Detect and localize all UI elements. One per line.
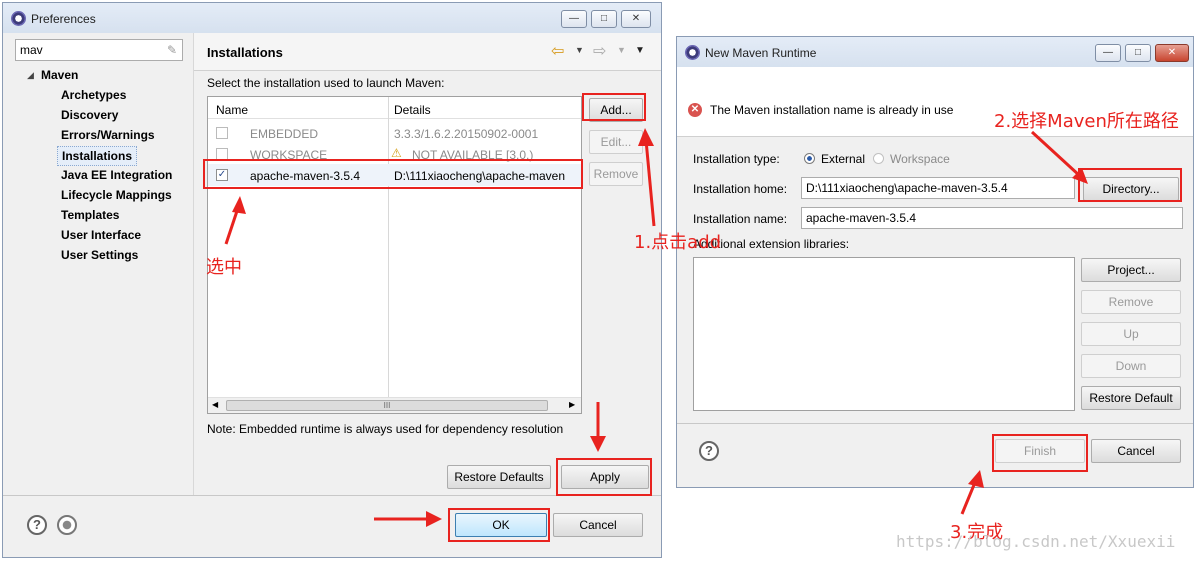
- arrowhead-select: [232, 196, 246, 214]
- annotation-arrows: [224, 128, 1088, 527]
- watermark: https://blog.csdn.net/Xxuexii: [896, 532, 1176, 551]
- arrowhead-step3: [968, 470, 984, 488]
- arrow-step1: [644, 139, 656, 227]
- arrowhead-ok: [426, 511, 442, 527]
- arrowhead-step1: [638, 128, 654, 146]
- arrowhead-apply: [590, 436, 606, 452]
- arrow-step2: [1030, 130, 1082, 178]
